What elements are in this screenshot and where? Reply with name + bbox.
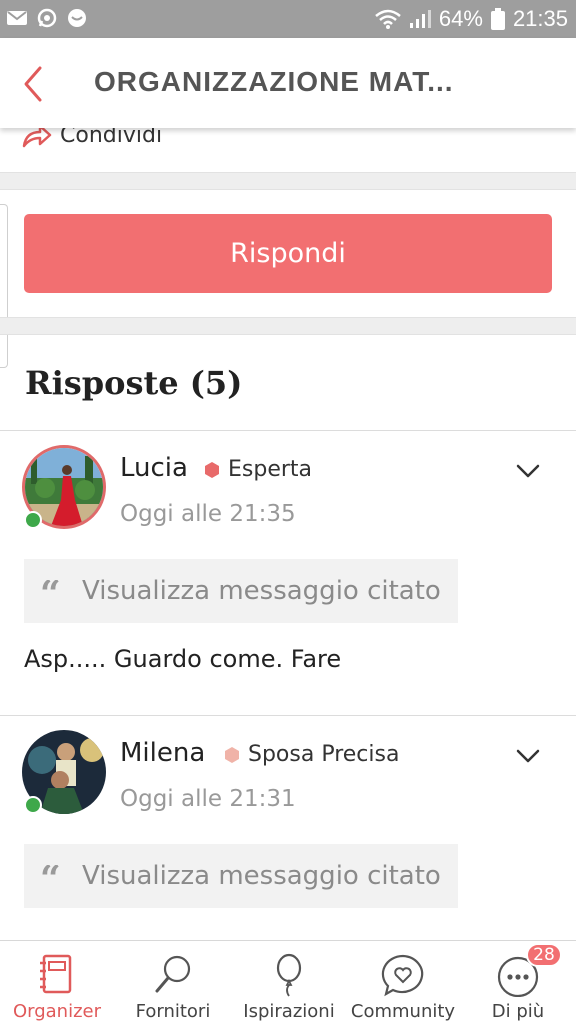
heart-chat-icon	[381, 954, 424, 997]
quoted-message-toggle[interactable]: “ Visualizza messaggio citato	[24, 559, 458, 623]
nav-label: Community	[350, 1001, 456, 1022]
status-bar: 64% 21:35	[0, 0, 576, 38]
nav-ispirazioni[interactable]: Ispirazioni	[238, 941, 340, 1024]
chat-bubble-icon	[68, 9, 86, 27]
chevron-down-icon[interactable]	[516, 746, 540, 766]
nav-label: Fornitori	[135, 1001, 211, 1022]
notification-count-badge: 28	[526, 943, 562, 967]
bottom-navigation: Organizer Fornitori Ispirazioni Communit…	[0, 940, 576, 1024]
quote-icon: “	[40, 580, 61, 602]
post-time: Oggi alle 21:31	[120, 786, 296, 812]
author-name[interactable]: Milena	[120, 738, 205, 768]
system-status: 64% 21:35	[375, 6, 568, 32]
nav-fornitori[interactable]: Fornitori	[122, 941, 224, 1024]
quoted-message-label: Visualizza messaggio citato	[82, 861, 441, 891]
notebook-icon	[40, 954, 72, 994]
balloon-icon	[276, 953, 302, 997]
post-time: Oggi alle 21:35	[120, 501, 296, 527]
section-divider	[0, 172, 576, 190]
wifi-icon	[375, 9, 401, 29]
side-drawer-handle[interactable]	[0, 204, 8, 368]
whatsapp-icon	[37, 8, 57, 28]
author-name[interactable]: Lucia	[120, 453, 188, 483]
hexagon-icon	[205, 461, 219, 478]
battery-percent: 64%	[438, 6, 483, 31]
online-indicator	[24, 796, 42, 814]
badge-label: Sposa Precisa	[248, 742, 400, 767]
reply-post: Milena Sposa Precisa Oggi alle 21:31 “ V…	[0, 715, 576, 955]
replies-heading: Risposte (5)	[25, 364, 243, 402]
battery-icon	[490, 8, 505, 30]
notification-icons	[6, 8, 88, 28]
chevron-left-icon[interactable]	[18, 64, 58, 104]
magnifier-icon	[155, 955, 191, 993]
badge-label: Esperta	[228, 457, 313, 482]
quoted-message-label: Visualizza messaggio citato	[82, 576, 441, 606]
section-divider	[0, 317, 576, 335]
nav-di-piu[interactable]: 28 Di più	[472, 941, 564, 1024]
nav-label: Organizer	[12, 1001, 102, 1022]
svg-text:“: “	[40, 580, 61, 602]
quoted-message-toggle[interactable]: “ Visualizza messaggio citato	[24, 844, 458, 908]
svg-text:“: “	[40, 865, 61, 887]
post-body: Asp..... Guardo come. Fare	[24, 645, 342, 673]
hexagon-icon	[225, 746, 239, 763]
nav-label: Di più	[491, 1001, 545, 1022]
online-indicator	[24, 511, 42, 529]
signal-icon	[409, 10, 431, 28]
mail-icon	[7, 11, 27, 25]
reply-button[interactable]: Rispondi	[24, 214, 552, 293]
app-bar: ORGANIZZAZIONE MAT...	[0, 38, 576, 128]
nav-label: Ispirazioni	[243, 1001, 335, 1022]
user-badge: Sposa Precisa	[224, 742, 399, 767]
quote-icon: “	[40, 865, 61, 887]
page-title: ORGANIZZAZIONE MAT...	[94, 66, 454, 97]
reply-post: Lucia Esperta Oggi alle 21:35 “ Visualiz…	[0, 430, 576, 715]
user-badge: Esperta	[204, 457, 312, 482]
nav-organizer[interactable]: Organizer	[8, 941, 106, 1024]
clock: 21:35	[512, 6, 568, 31]
chevron-down-icon[interactable]	[516, 461, 540, 481]
nav-community[interactable]: Community	[346, 941, 460, 1024]
more-icon-wrapper: 28	[494, 941, 562, 997]
